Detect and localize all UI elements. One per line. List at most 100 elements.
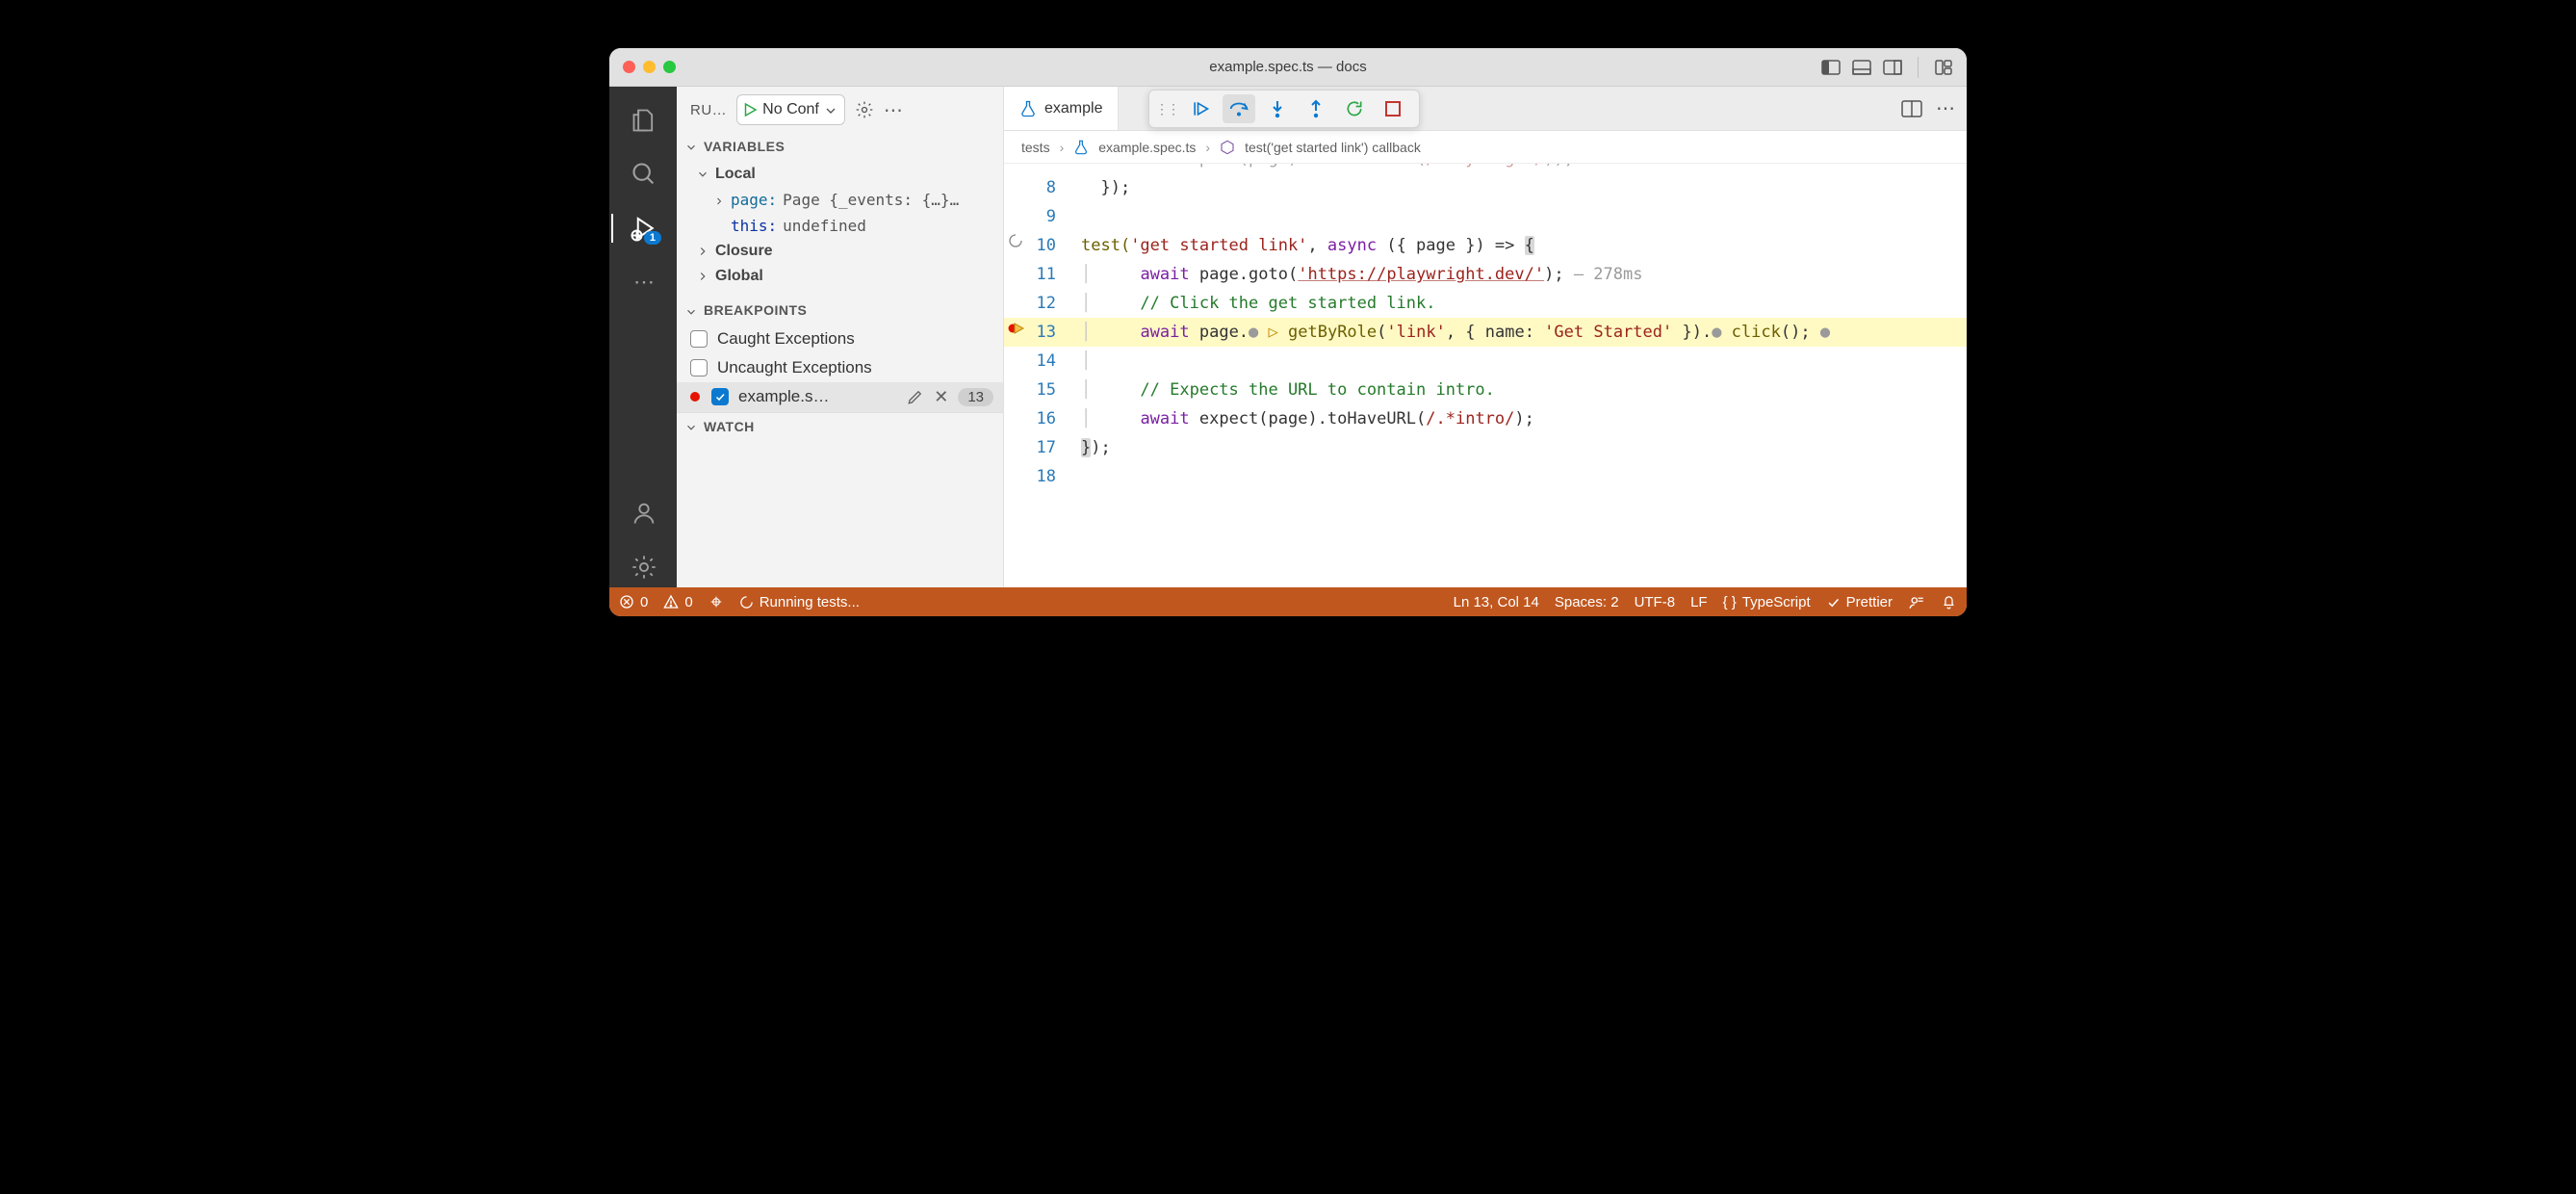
status-spaces[interactable]: Spaces: 2 bbox=[1555, 594, 1619, 610]
status-feedback-icon[interactable] bbox=[1908, 593, 1925, 610]
var-key: page: bbox=[731, 191, 777, 209]
status-debug-target[interactable] bbox=[708, 594, 724, 610]
line-number: 17 bbox=[1027, 433, 1073, 462]
stop-button[interactable] bbox=[1377, 94, 1409, 123]
continue-button[interactable] bbox=[1184, 94, 1217, 123]
line-badge: 13 bbox=[958, 388, 993, 406]
window-title: example.spec.ts — docs bbox=[609, 59, 1967, 75]
warnings-count: 0 bbox=[684, 594, 692, 610]
more-actions-icon[interactable]: ⋯ bbox=[884, 98, 903, 122]
status-encoding[interactable]: UTF-8 bbox=[1635, 594, 1676, 610]
status-bar: 0 0 Running tests... Ln 13, Col 14 Space… bbox=[609, 587, 1967, 616]
scope-label: Closure bbox=[715, 243, 773, 260]
section-label: BREAKPOINTS bbox=[704, 302, 807, 318]
tab-example-spec[interactable]: example bbox=[1004, 87, 1119, 130]
status-eol[interactable]: LF bbox=[1690, 594, 1708, 610]
edit-icon[interactable] bbox=[907, 388, 924, 405]
status-errors[interactable]: 0 bbox=[619, 594, 648, 610]
line-number: 16 bbox=[1027, 404, 1073, 433]
bp-file-row[interactable]: example.s… ✕ 13 bbox=[677, 382, 1003, 412]
drag-handle-icon[interactable]: ⋮⋮ bbox=[1155, 101, 1178, 117]
status-cursor-pos[interactable]: Ln 13, Col 14 bbox=[1454, 594, 1539, 610]
line-number: 13 bbox=[1027, 318, 1073, 347]
vscode-window: example.spec.ts — docs bbox=[609, 48, 1967, 616]
status-warnings[interactable]: 0 bbox=[663, 594, 692, 610]
test-flask-icon bbox=[1073, 139, 1089, 155]
line-number: 18 bbox=[1027, 462, 1073, 491]
crumb-symbol[interactable]: test('get started link') callback bbox=[1245, 140, 1421, 155]
zoom-window-button[interactable] bbox=[663, 61, 676, 73]
chevron-down-icon[interactable] bbox=[823, 101, 838, 117]
section-watch[interactable]: WATCH bbox=[677, 412, 1003, 440]
chevron-down-icon bbox=[684, 419, 698, 434]
chevron-right-icon: › bbox=[1205, 140, 1210, 155]
current-execution-line: 13 │ await page.● ▷ getByRole('link', { … bbox=[1004, 318, 1967, 347]
checkbox[interactable] bbox=[711, 388, 729, 405]
split-editor-icon[interactable] bbox=[1901, 99, 1922, 117]
scope-label: Local bbox=[715, 166, 756, 183]
scope-global[interactable]: Global bbox=[684, 264, 1003, 289]
panel-left-icon[interactable] bbox=[1821, 58, 1841, 77]
bp-uncaught-exceptions[interactable]: Uncaught Exceptions bbox=[677, 353, 1003, 382]
step-into-button[interactable] bbox=[1261, 94, 1294, 123]
status-running-task[interactable]: Running tests... bbox=[739, 594, 860, 610]
chevron-right-icon bbox=[713, 191, 725, 209]
section-variables[interactable]: VARIABLES bbox=[677, 133, 1003, 160]
breakpoint-current-icon[interactable] bbox=[1004, 318, 1027, 337]
settings-gear-icon[interactable] bbox=[623, 547, 663, 587]
more-actions-icon[interactable]: ⋯ bbox=[1936, 96, 1955, 120]
crumb-tests[interactable]: tests bbox=[1021, 140, 1050, 155]
spinner-icon bbox=[1004, 231, 1027, 248]
scope-closure[interactable]: Closure bbox=[684, 239, 1003, 264]
line-number: 14 bbox=[1027, 347, 1073, 376]
restart-button[interactable] bbox=[1338, 94, 1371, 123]
code-editor[interactable]: 7 await expect(page).toHaveTitle(/Playwr… bbox=[1004, 164, 1967, 587]
remove-icon[interactable]: ✕ bbox=[934, 387, 948, 407]
search-icon[interactable] bbox=[623, 154, 663, 195]
panel-bottom-icon[interactable] bbox=[1852, 58, 1871, 77]
var-key: this: bbox=[731, 217, 777, 235]
more-icon[interactable]: ⋯ bbox=[623, 262, 663, 302]
section-breakpoints[interactable]: BREAKPOINTS bbox=[677, 297, 1003, 324]
errors-count: 0 bbox=[640, 594, 648, 610]
start-debug-icon[interactable] bbox=[741, 101, 759, 118]
section-label: WATCH bbox=[704, 419, 755, 434]
minimize-window-button[interactable] bbox=[643, 61, 656, 73]
chevron-down-icon bbox=[696, 166, 709, 183]
chevron-right-icon: › bbox=[1060, 140, 1065, 155]
line-number: 7 bbox=[1027, 164, 1073, 173]
window-controls bbox=[623, 61, 676, 73]
checkbox[interactable] bbox=[690, 359, 708, 376]
bp-label: Caught Exceptions bbox=[717, 329, 993, 349]
bp-caught-exceptions[interactable]: Caught Exceptions bbox=[677, 324, 1003, 353]
account-icon[interactable] bbox=[623, 493, 663, 533]
editor-area: example ⋮⋮ bbox=[1004, 87, 1967, 587]
launch-config-selector[interactable]: No Conf bbox=[736, 94, 845, 125]
section-label: VARIABLES bbox=[704, 139, 785, 154]
line-number: 9 bbox=[1027, 202, 1073, 231]
bp-label: Uncaught Exceptions bbox=[717, 358, 993, 377]
status-prettier[interactable]: Prettier bbox=[1826, 594, 1893, 610]
step-out-button[interactable] bbox=[1300, 94, 1332, 123]
variable-this[interactable]: this: undefined bbox=[684, 213, 1003, 239]
status-language[interactable]: { } TypeScript bbox=[1723, 594, 1811, 610]
step-over-button[interactable] bbox=[1223, 94, 1255, 123]
gear-icon[interactable] bbox=[855, 100, 874, 119]
chevron-right-icon bbox=[696, 268, 709, 285]
customize-layout-icon[interactable] bbox=[1934, 58, 1953, 77]
line-number: 15 bbox=[1027, 376, 1073, 404]
status-bell-icon[interactable] bbox=[1941, 594, 1957, 610]
line-number: 11 bbox=[1027, 260, 1073, 289]
line-number: 12 bbox=[1027, 289, 1073, 318]
run-debug-icon[interactable]: 1 bbox=[623, 208, 663, 248]
panel-right-icon[interactable] bbox=[1883, 58, 1902, 77]
breadcrumb[interactable]: tests › example.spec.ts › test('get star… bbox=[1004, 131, 1967, 164]
scope-local[interactable]: Local bbox=[684, 162, 1003, 187]
titlebar: example.spec.ts — docs bbox=[609, 48, 1967, 87]
explorer-icon[interactable] bbox=[623, 100, 663, 141]
close-window-button[interactable] bbox=[623, 61, 635, 73]
crumb-file[interactable]: example.spec.ts bbox=[1098, 140, 1196, 155]
checkbox[interactable] bbox=[690, 330, 708, 348]
sidebar-title: RU… bbox=[690, 102, 727, 118]
variable-page[interactable]: page: Page {_events: {…}… bbox=[684, 187, 1003, 213]
